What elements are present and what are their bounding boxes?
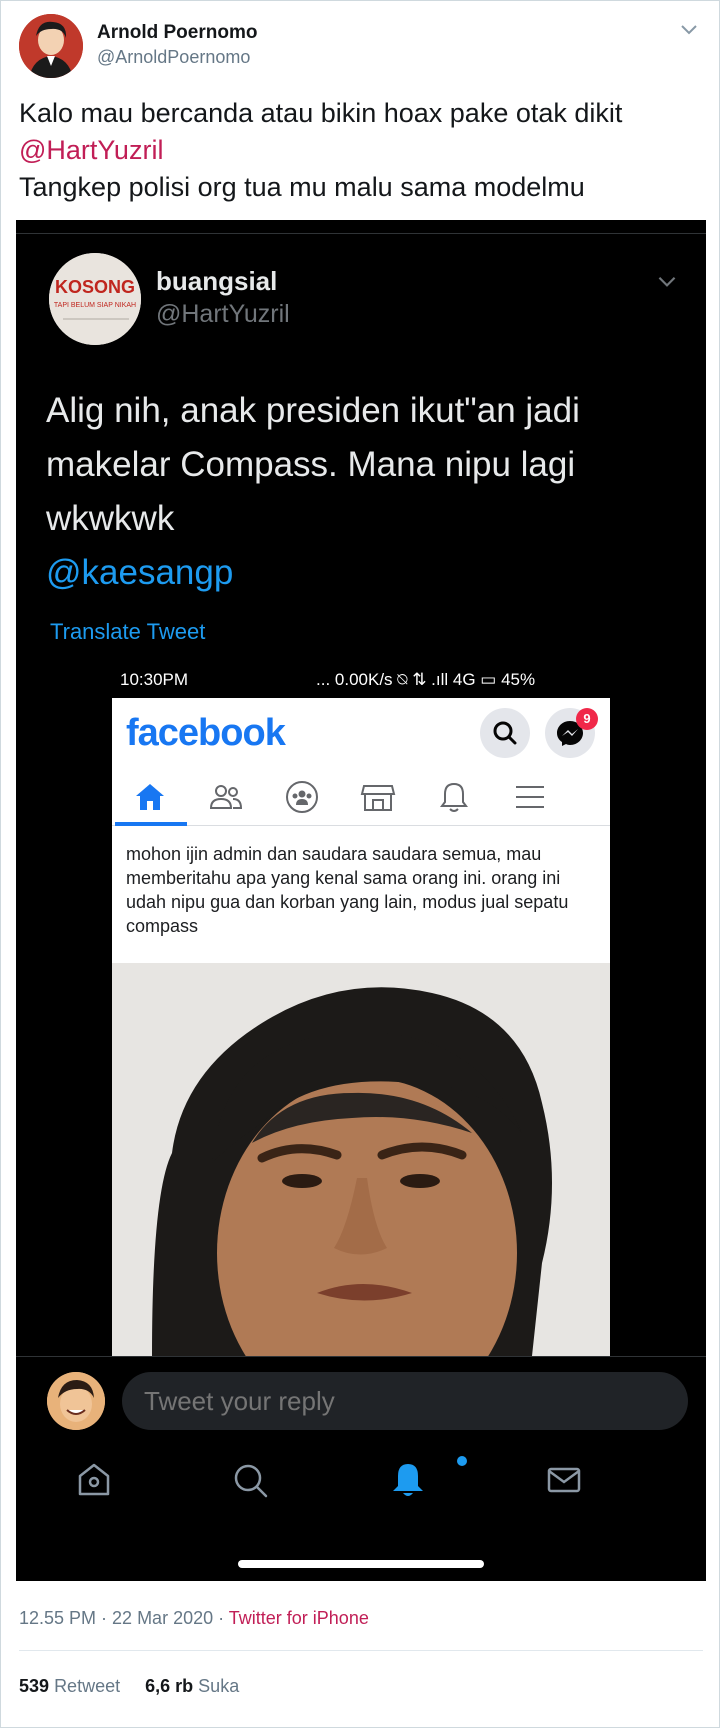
chevron-down-icon[interactable] xyxy=(677,17,701,41)
home-icon[interactable] xyxy=(74,1460,114,1500)
quoted-name[interactable]: buangsial xyxy=(156,266,277,297)
author-name[interactable]: Arnold Poernomo xyxy=(97,22,257,44)
search-icon[interactable] xyxy=(230,1460,270,1500)
facebook-nav xyxy=(112,768,610,826)
tweet-timestamp[interactable]: 12.55 PM · 22 Mar 2020 · xyxy=(19,1608,229,1628)
retweet-label: Retweet xyxy=(54,1676,121,1696)
bell-icon[interactable] xyxy=(388,1460,428,1500)
facebook-screenshot: facebook 9 mohon ijin admin dan saudara … xyxy=(112,698,610,1356)
quoted-handle[interactable]: @HartYuzril xyxy=(156,300,290,329)
reply-avatar[interactable] xyxy=(47,1372,105,1430)
divider xyxy=(19,1650,703,1651)
tab-friends[interactable] xyxy=(188,768,264,826)
search-icon xyxy=(493,721,517,745)
tweet-source-link[interactable]: Twitter for iPhone xyxy=(229,1608,369,1628)
reply-input[interactable] xyxy=(122,1372,688,1430)
divider xyxy=(16,233,706,234)
like-count: 6,6 rb xyxy=(145,1676,194,1696)
home-icon xyxy=(136,784,164,810)
like-stat[interactable]: 6,6 rb Suka xyxy=(145,1676,239,1696)
translate-tweet-link[interactable]: Translate Tweet xyxy=(50,619,205,645)
status-indicators: ... 0.00K/s ⍉ ⇅ .ıll 4G ▭ 45% xyxy=(316,670,536,689)
tab-marketplace[interactable] xyxy=(340,768,416,826)
friends-icon xyxy=(209,785,243,809)
chevron-down-icon[interactable] xyxy=(654,268,680,294)
mail-icon[interactable] xyxy=(544,1460,584,1500)
divider xyxy=(16,1356,706,1357)
like-label: Suka xyxy=(198,1676,240,1696)
tab-home[interactable] xyxy=(112,768,188,826)
search-button[interactable] xyxy=(480,708,530,758)
tweet-meta: 12.55 PM · 22 Mar 2020 · Twitter for iPh… xyxy=(19,1608,369,1629)
retweet-stat[interactable]: 539 Retweet xyxy=(19,1676,120,1696)
attached-screenshot[interactable]: KOSONG TAPI BELUM SIAP NIKAH buangsial @… xyxy=(16,220,706,1581)
quoted-text-body: Alig nih, anak presiden ikut"an jadi mak… xyxy=(46,391,580,538)
groups-icon xyxy=(286,781,318,813)
home-indicator xyxy=(238,1560,484,1568)
facebook-post-text: mohon ijin admin dan saudara saudara sem… xyxy=(126,844,569,936)
messenger-badge: 9 xyxy=(576,708,598,730)
tweet-text: Kalo mau bercanda atau bikin hoax pake o… xyxy=(19,95,699,206)
marketplace-icon xyxy=(360,785,396,811)
notification-dot xyxy=(457,1456,467,1466)
avatar-text-bottom: TAPI BELUM SIAP NIKAH xyxy=(54,302,136,309)
tab-menu[interactable] xyxy=(492,768,568,826)
author-avatar[interactable] xyxy=(19,14,83,78)
tweet-stats: 539 Retweet 6,6 rb Suka xyxy=(19,1676,239,1697)
tab-notifications[interactable] xyxy=(416,768,492,826)
retweet-count: 539 xyxy=(19,1676,50,1696)
tab-groups[interactable] xyxy=(264,768,340,826)
post-photo[interactable] xyxy=(112,963,610,1356)
avatar-text-top: KOSONG xyxy=(55,277,135,297)
quoted-mention-link[interactable]: @kaesangp xyxy=(46,546,686,600)
tweet-card: Arnold Poernomo @ArnoldPoernomo Kalo mau… xyxy=(0,0,720,1728)
active-tab-indicator xyxy=(115,822,187,826)
status-time: 10:30PM xyxy=(120,670,189,689)
bell-icon xyxy=(440,782,468,812)
facebook-logo: facebook xyxy=(126,712,286,754)
tweet-mention-link[interactable]: @HartYuzril xyxy=(19,132,699,169)
quoted-text: Alig nih, anak presiden ikut"an jadi mak… xyxy=(46,384,686,600)
quoted-avatar[interactable]: KOSONG TAPI BELUM SIAP NIKAH xyxy=(49,253,141,345)
tweet-line-3: Tangkep polisi org tua mu malu sama mode… xyxy=(19,172,585,202)
tweet-line-1: Kalo mau bercanda atau bikin hoax pake o… xyxy=(19,98,623,128)
menu-icon xyxy=(516,786,544,808)
author-handle[interactable]: @ArnoldPoernomo xyxy=(97,47,250,68)
